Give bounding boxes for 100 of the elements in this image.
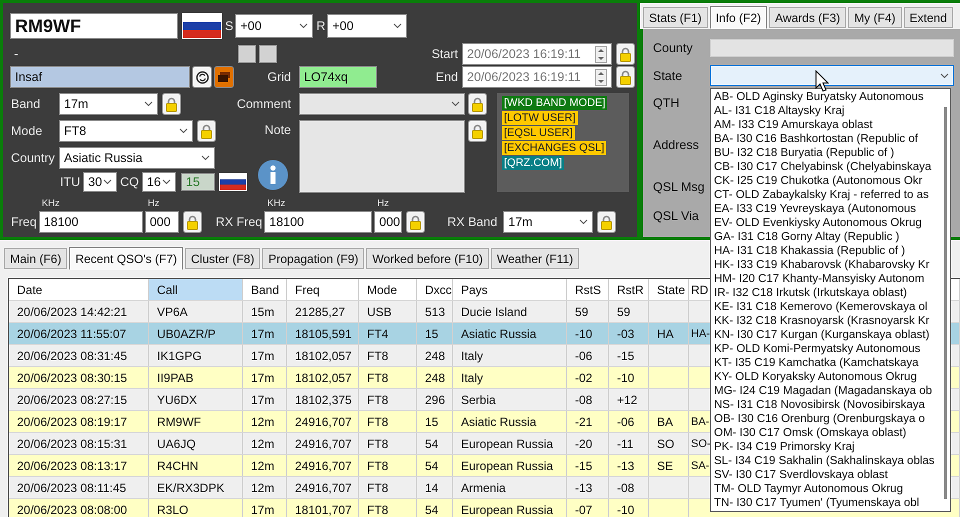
tab[interactable]: Recent QSO's (F7) <box>69 247 183 270</box>
dropdown-option[interactable]: HA- I31 C18 Khakassia (Republic of ) <box>711 244 906 258</box>
county-field[interactable] <box>710 39 954 57</box>
dropdown-option[interactable]: SL- I34 C19 Sakhalin (Sakhalinskaya oblas <box>711 454 935 468</box>
info-icon[interactable] <box>258 160 288 190</box>
itu-label: ITU <box>60 175 80 189</box>
lock-button[interactable] <box>182 211 202 233</box>
card-button[interactable] <box>214 66 234 88</box>
r-report-label: R <box>316 19 326 33</box>
end-label: End <box>436 70 458 84</box>
cq-label: CQ <box>120 175 139 189</box>
dash-text: - <box>13 45 20 63</box>
name-field[interactable]: Insaf <box>10 66 190 88</box>
dropdown-option[interactable]: IR- I32 C18 Irkutsk (Irkutskaya oblast) <box>711 286 908 300</box>
country-select[interactable]: Asiatic Russia <box>59 147 215 169</box>
dropdown-option[interactable]: NS- I31 C18 Novosibirsk (Novosibirskaya <box>711 398 925 412</box>
tab[interactable]: Info (F2) <box>710 6 768 29</box>
status-tag: [EXCHANGES QSL] <box>502 141 606 155</box>
itu-select[interactable]: 30 <box>83 172 118 192</box>
dropdown-option[interactable]: TM- OLD Taymyr Autonomous Okrug <box>711 482 903 496</box>
cards-icon <box>218 72 230 82</box>
tab[interactable]: Stats (F1) <box>643 7 708 28</box>
status-tag: [QRZ.COM] <box>502 156 564 170</box>
dropdown-option[interactable]: OB- I30 C16 Orenburg (Orenburgskaya o <box>711 412 925 426</box>
tab[interactable]: Awards (F3) <box>769 7 846 28</box>
chevron-down-icon <box>103 179 112 185</box>
lock-icon <box>472 96 483 112</box>
dropdown-option[interactable]: KY- OLD Koryaksky Autonomous Okrug <box>711 370 917 384</box>
tab[interactable]: My (F4) <box>848 7 902 28</box>
state-select[interactable] <box>710 65 954 86</box>
lock-icon <box>201 124 212 138</box>
dropdown-option[interactable]: CK- I25 C19 Chukotka (Autonomous Okr <box>711 174 922 188</box>
scrollbar[interactable] <box>944 107 947 499</box>
tab[interactable]: Worked before (F10) <box>366 248 489 269</box>
unit-label: KHz <box>266 198 286 211</box>
grid-field[interactable]: LO74xq <box>299 66 377 88</box>
note-label: Note <box>264 122 292 139</box>
dropdown-option[interactable]: HM- I20 C17 Khanty-Mansyisky Autonom <box>711 272 924 286</box>
chevron-down-icon <box>179 128 188 134</box>
dropdown-option[interactable]: KT- I35 C19 Kamchatka (Kamchatskaya <box>711 356 919 370</box>
refresh-icon <box>196 70 208 84</box>
unit-label: Hz <box>376 198 390 211</box>
dropdown-option[interactable]: TN- I30 C17 Tyumen' (Tyumenskaya obl <box>711 496 920 510</box>
chevron-down-icon <box>299 23 308 29</box>
refresh-button[interactable] <box>192 66 212 88</box>
field-label: Address <box>653 138 700 152</box>
tab[interactable]: Extend <box>904 7 953 28</box>
table-cell: -10 <box>609 499 649 517</box>
callsign-field[interactable]: RM9WF <box>10 13 178 39</box>
freq-label: Freq <box>11 215 37 231</box>
rx-freq-khz-field[interactable]: 18100 <box>264 211 372 233</box>
tab[interactable]: Propagation (F9) <box>262 248 364 269</box>
dropdown-option[interactable]: GA- I31 C18 Gorny Altay (Republic ) <box>711 230 900 244</box>
table-cell: -07 <box>567 499 609 517</box>
zone-field: 15 <box>180 173 215 191</box>
lock-button[interactable] <box>597 211 616 233</box>
dropdown-option[interactable]: KP- OLD Komi-Permyatsky Autonomous <box>711 342 920 356</box>
tab[interactable]: Weather (F11) <box>490 248 580 269</box>
dropdown-option[interactable]: BU- I32 C18 Buryatia (Republic of ) <box>711 146 894 160</box>
dropdown-option[interactable]: HK- I33 C19 Khabarovsk (Khabarovsky Kr <box>711 258 930 272</box>
chevron-down-icon <box>201 155 210 161</box>
dropdown-option[interactable]: AL- I31 C18 Altaysky Kraj <box>711 104 844 118</box>
rx-freq-label: RX Freq <box>216 215 262 231</box>
chevron-down-icon <box>144 101 153 107</box>
dropdown-option[interactable]: KN- I30 C17 Kurgan (Kurganskaya oblast) <box>711 328 930 342</box>
dropdown-option[interactable]: EA- I33 C19 Yevreyskaya (Autonomous <box>711 202 916 216</box>
chevron-down-icon <box>162 179 171 185</box>
dropdown-option[interactable]: BA- I30 C16 Bashkortostan (Republic of <box>711 132 918 146</box>
dropdown-option[interactable]: CB- I30 C17 Chelyabinsk (Chelyabinskaya <box>711 160 932 174</box>
tab[interactable]: Main (F6) <box>4 248 68 269</box>
note-textarea[interactable] <box>299 120 465 193</box>
mode-select[interactable]: FT8 <box>59 120 193 142</box>
table-cell: 18101,707 <box>287 499 359 517</box>
flag-icon <box>218 173 247 191</box>
unit-label: KHz <box>40 198 61 211</box>
tab[interactable]: Cluster (F8) <box>185 248 260 269</box>
chevron-down-icon <box>451 101 460 107</box>
dropdown-option[interactable]: KE- I31 C18 Kemerovo (Kemerovskaya ol <box>711 300 928 314</box>
lock-icon <box>620 70 631 84</box>
freq-hz-field[interactable]: 000 <box>144 211 179 233</box>
dropdown-option[interactable]: AM- I33 C19 Amurskaya oblast <box>711 118 873 132</box>
comment-select[interactable] <box>299 93 465 115</box>
lock-icon <box>601 214 612 230</box>
lock-icon <box>186 214 198 230</box>
rx-band-select[interactable]: 17m <box>503 211 594 233</box>
freq-khz-field[interactable]: 18100 <box>38 211 143 233</box>
lock-button[interactable] <box>406 211 426 233</box>
cq-select[interactable]: 16 <box>142 172 176 192</box>
flag-icon <box>182 13 222 39</box>
dropdown-option[interactable]: AB- OLD Aginsky Buryatsky Autonomous <box>711 90 924 104</box>
band-select[interactable]: 17m <box>59 93 158 115</box>
dropdown-option[interactable]: CT- OLD Zabaykalsky Kraj - referred to as <box>711 188 929 202</box>
r-report-select[interactable]: +00 <box>327 14 408 38</box>
dropdown-option[interactable]: PK- I34 C19 Primorsky Kraj <box>711 440 855 454</box>
rx-freq-hz-field[interactable]: 000 <box>374 211 402 233</box>
column-header[interactable]: Call <box>149 279 243 301</box>
s-report-select[interactable]: +00 <box>235 14 314 38</box>
country-label: Country <box>10 151 56 165</box>
dropdown-option[interactable]: EV- OLD Evenkiysky Autonomous Okrug <box>711 216 922 230</box>
status-tag: [EQSL USER] <box>502 126 575 140</box>
